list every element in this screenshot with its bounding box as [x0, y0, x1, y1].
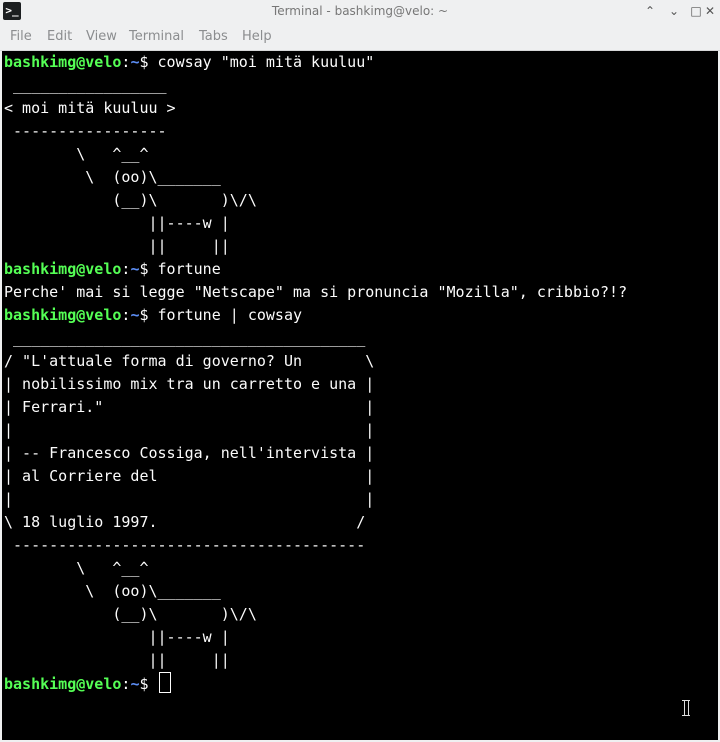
window-shade-button[interactable]: ⌃: [640, 1, 660, 21]
output-line: ||----w |: [4, 214, 230, 232]
output-line: \ (oo)\_______: [4, 168, 221, 186]
output-line: _______________________________________: [4, 329, 366, 347]
prompt-line: bashkimg@velo:~$ cowsay "moi mitä kuuluu…: [2, 51, 718, 74]
window-minimize-button[interactable]: ⌄: [664, 1, 684, 21]
output-line: (__)\ )\/\: [4, 191, 257, 209]
output-line: ||----w |: [4, 628, 230, 646]
menu-terminal[interactable]: Terminal: [129, 23, 184, 50]
terminal-cursor[interactable]: [158, 672, 171, 693]
output-line: || ||: [4, 651, 230, 669]
prompt-symbol: $: [139, 53, 158, 71]
prompt-symbol: $: [139, 675, 158, 693]
command-text: cowsay "moi mitä kuuluu": [157, 53, 375, 71]
output-line: Perche' mai si legge "Netscape" ma si pr…: [4, 283, 628, 301]
output-line: _________________: [4, 76, 167, 94]
output-line: / "L'attuale forma di governo? Un \: [4, 352, 375, 370]
prompt-user-host: bashkimg@velo: [4, 260, 122, 278]
output-line: (__)\ )\/\: [4, 605, 257, 623]
menu-file[interactable]: File: [10, 23, 32, 50]
output-line: | |: [4, 421, 375, 439]
text-cursor-ibeam-icon: [682, 700, 690, 716]
output-line: ---------------------------------------: [4, 536, 366, 554]
output-line: < moi mitä kuuluu >: [4, 99, 176, 117]
prompt-user-host: bashkimg@velo: [4, 675, 122, 693]
output-line: -----------------: [4, 122, 167, 140]
prompt-user-host: bashkimg@velo: [4, 53, 122, 71]
terminal-output-area[interactable]: bashkimg@velo:~$ cowsay "moi mitä kuuluu…: [2, 51, 718, 740]
output-line: | al Corriere del |: [4, 467, 375, 485]
output-line: \ (oo)\_______: [4, 582, 221, 600]
prompt-line: bashkimg@velo:~$ fortune: [2, 258, 718, 281]
output-line: | Ferrari." |: [4, 398, 375, 416]
output-line: | nobilissimo mix tra un carretto e una …: [4, 375, 375, 393]
menu-edit[interactable]: Edit: [47, 23, 72, 50]
command-text: fortune: [157, 260, 221, 278]
command-text: fortune | cowsay: [157, 306, 303, 324]
title-bar[interactable]: >_ Terminal - bashkimg@velo: ~ ⌃ ⌄ □ ✕: [0, 0, 720, 23]
window-close-button[interactable]: ✕: [700, 1, 720, 21]
output-line: | |: [4, 490, 375, 508]
window-title: Terminal - bashkimg@velo: ~: [271, 4, 449, 18]
output-line: \ ^__^: [4, 145, 149, 163]
menu-tabs[interactable]: Tabs: [199, 23, 228, 50]
prompt-symbol: $: [139, 306, 158, 324]
output-line: || ||: [4, 237, 230, 255]
menu-view[interactable]: View: [86, 23, 117, 50]
output-line: \ ^__^: [4, 559, 149, 577]
menu-bar: File Edit View Terminal Tabs Help: [0, 23, 720, 51]
terminal-window: >_ Terminal - bashkimg@velo: ~ ⌃ ⌄ □ ✕ F…: [0, 0, 720, 742]
terminal-lines: bashkimg@velo:~$ cowsay "moi mitä kuuluu…: [2, 51, 718, 695]
prompt-line: bashkimg@velo:~$ fortune | cowsay: [2, 304, 718, 327]
prompt-line: bashkimg@velo:~$: [2, 672, 718, 695]
prompt-symbol: $: [139, 260, 158, 278]
output-line: \ 18 luglio 1997. /: [4, 513, 366, 531]
output-line: | -- Francesco Cossiga, nell'intervista …: [4, 444, 375, 462]
menu-help[interactable]: Help: [242, 23, 272, 50]
prompt-user-host: bashkimg@velo: [4, 306, 122, 324]
